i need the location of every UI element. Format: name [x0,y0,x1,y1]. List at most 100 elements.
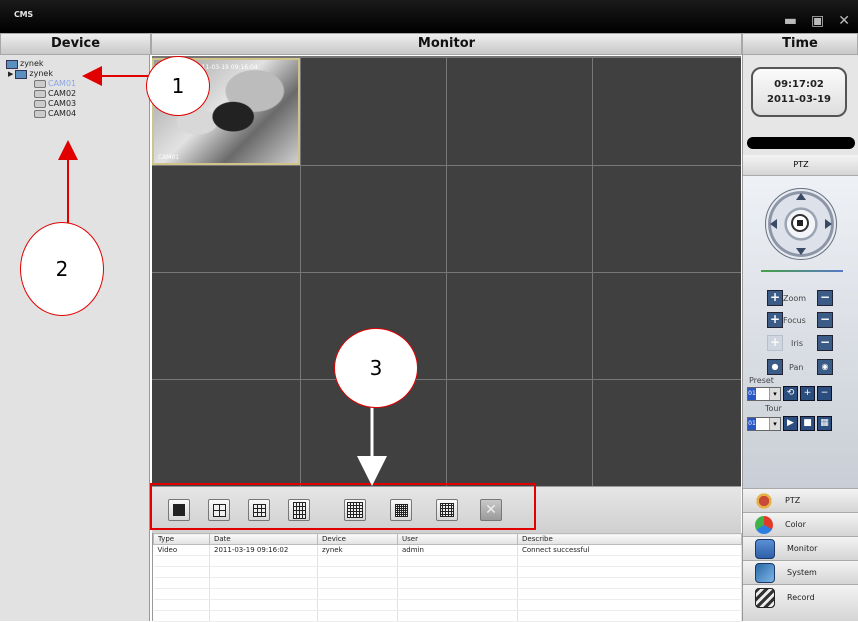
video-channel-11[interactable] [447,273,592,379]
close-icon[interactable]: ✕ [838,14,850,28]
video-channel-16[interactable] [593,380,741,486]
record-menu-icon [755,588,775,608]
tree-camera[interactable]: CAM03 [34,99,76,109]
menu-system[interactable]: System [743,560,858,584]
video-channel-4[interactable] [593,58,741,165]
tour-stop-button[interactable]: ■ [800,416,815,431]
tour-select[interactable]: 01 ▾ [747,416,781,431]
video-channel-9[interactable] [152,273,300,379]
log-table: Type Date Device User Describe Video 201… [153,533,742,622]
system-menu-icon [755,562,775,583]
pan-start-button[interactable]: ● [767,359,783,375]
ptz-left-arrow-icon[interactable] [770,219,777,229]
log-col-describe[interactable]: Describe [517,533,742,545]
minimize-icon[interactable]: ▬ [784,14,797,28]
log-col-device[interactable]: Device [317,533,398,545]
log-col-date[interactable]: Date [209,533,318,545]
monitor-menu-icon [755,538,775,559]
device-tree: zynek ▶ zynek CAM01 CAM02 CAM03 CAM04 [6,59,76,119]
preset-select[interactable]: 01 ▾ [747,386,781,401]
ptz-stop-icon[interactable] [791,214,809,232]
video-channel-5[interactable] [152,166,300,272]
video-channel-6[interactable] [301,166,446,272]
log-cell: zynek [317,544,398,556]
device-panel: zynek ▶ zynek CAM01 CAM02 CAM03 CAM04 [0,55,150,621]
log-col-type[interactable]: Type [153,533,210,545]
ptz-up-arrow-icon[interactable] [796,193,806,200]
camera-icon [34,110,46,118]
monitor-grid: 2011-03-19 09:16:04 CAM01 [152,56,741,486]
focus-label: Focus [783,315,806,325]
ptz-header: PTZ [743,155,858,176]
camera-icon [34,90,46,98]
table-row [153,610,742,622]
menu-system-label: System [787,568,817,577]
focus-row: + Focus − [767,312,833,328]
video-channel-8[interactable] [593,166,741,272]
preset-call-button[interactable]: ⟲ [783,386,798,401]
table-row [153,599,742,611]
device-header: Device [0,33,151,55]
video-channel-2[interactable] [301,58,446,165]
tree-device[interactable]: ▶ zynek [8,69,76,79]
status-bar [747,137,855,149]
monitor-header: Monitor [151,33,742,55]
tree-root[interactable]: zynek [6,59,76,69]
ptz-panel: + Zoom − + Focus − + Iris − ● Pan ◉ Pres… [743,176,858,488]
menu-monitor[interactable]: Monitor [743,536,858,560]
tree-root-label: zynek [20,59,44,68]
menu-ptz[interactable]: PTZ [743,488,858,512]
zoom-out-button[interactable]: − [817,290,833,306]
tour-grid-button[interactable]: ▦ [817,416,832,431]
annotation-marker-1: 1 [146,56,210,116]
camera-label: CAM03 [48,99,77,108]
menu-monitor-label: Monitor [787,544,818,553]
table-row [153,566,742,578]
ptz-down-arrow-icon[interactable] [796,248,806,255]
iris-close-button[interactable]: − [817,335,833,351]
table-row [153,555,742,567]
preset-add-button[interactable]: + [800,386,815,401]
ptz-speed-slider[interactable] [761,270,843,272]
menu-record[interactable]: Record [743,584,858,621]
camera-icon [34,80,46,88]
annotation-marker-2: 2 [20,222,104,316]
tree-camera[interactable]: CAM02 [34,89,76,99]
iris-row: + Iris − [767,335,833,351]
camera-label: CAM02 [48,89,77,98]
menu-ptz-label: PTZ [785,496,801,505]
feed-channel-label: CAM01 [158,154,180,161]
camera-label: CAM04 [48,109,77,118]
expand-arrow-icon[interactable]: ▶ [8,69,13,79]
focus-far-button[interactable]: − [817,312,833,328]
log-cell: 2011-03-19 09:16:02 [209,544,318,556]
tree-camera[interactable]: CAM04 [34,109,76,119]
ptz-dpad[interactable] [765,188,837,260]
layout-highlight-box [150,483,536,530]
log-col-user[interactable]: User [397,533,518,545]
video-channel-15[interactable] [447,380,592,486]
tree-device-label: zynek [29,69,53,78]
menu-color[interactable]: Color [743,512,858,536]
iris-open-button[interactable]: + [767,335,783,351]
video-channel-7[interactable] [447,166,592,272]
video-channel-12[interactable] [593,273,741,379]
dvr-icon [15,69,28,79]
preset-remove-button[interactable]: − [817,386,832,401]
pan-label: Pan [789,362,804,372]
annotation-marker-3: 3 [334,328,418,408]
ptz-right-arrow-icon[interactable] [825,219,832,229]
zoom-in-button[interactable]: + [767,290,783,306]
tour-play-button[interactable]: ▶ [783,416,798,431]
focus-near-button[interactable]: + [767,312,783,328]
tree-camera[interactable]: CAM01 [34,79,76,89]
table-row [153,588,742,600]
maximize-icon[interactable]: ▣ [811,14,824,28]
video-channel-13[interactable] [152,380,300,486]
preset-label: Preset [749,376,774,385]
video-channel-3[interactable] [447,58,592,165]
tour-row: 01 ▾ ▶ ■ ▦ [747,416,832,431]
pan-stop-button[interactable]: ◉ [817,359,833,375]
table-row[interactable]: Video 2011-03-19 09:16:02 zynek admin Co… [153,544,742,556]
chevron-down-icon: ▾ [769,387,780,400]
